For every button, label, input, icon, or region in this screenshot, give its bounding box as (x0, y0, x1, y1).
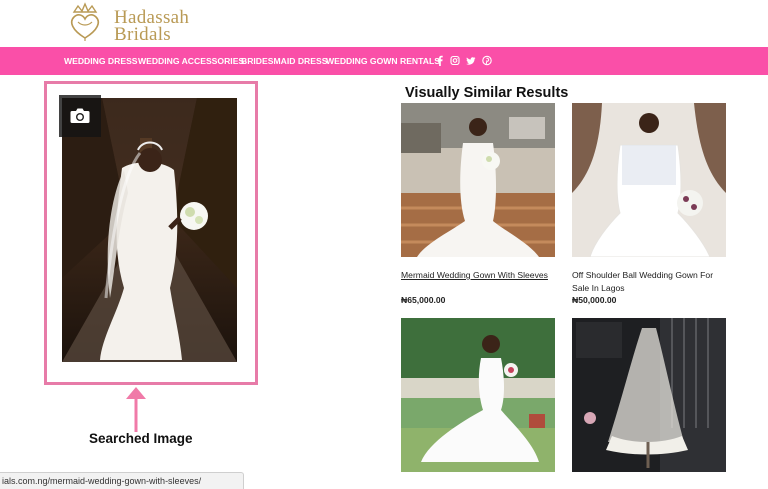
nav-bridesmaid-dress[interactable]: BRIDESMAID DRESS (241, 55, 327, 67)
browser-status-bar: ials.com.ng/mermaid-wedding-gown-with-sl… (0, 472, 244, 489)
instagram-icon[interactable] (450, 55, 461, 66)
result-price-1: ₦65,000.00 (401, 295, 446, 305)
camera-icon (70, 108, 90, 123)
site-header: Hadassah Bridals (0, 0, 768, 47)
pinterest-icon[interactable] (482, 55, 493, 66)
brand-logo[interactable]: Hadassah Bridals (66, 2, 196, 46)
arrow-up-icon (126, 387, 146, 432)
main-nav: WEDDING DRESS WEDDING ACCESSORIES BRIDES… (0, 47, 768, 75)
searched-image-caption: Searched Image (89, 431, 193, 446)
result-title-2[interactable]: Off Shoulder Ball Wedding Gown For Sale … (572, 269, 732, 294)
result-image-3[interactable] (401, 318, 555, 472)
nav-wedding-dress[interactable]: WEDDING DRESS (64, 55, 138, 67)
nav-wedding-accessories[interactable]: WEDDING ACCESSORIES (138, 55, 244, 67)
status-url: ials.com.ng/mermaid-wedding-gown-with-sl… (2, 476, 202, 486)
twitter-icon[interactable] (466, 55, 477, 66)
result-price-2: ₦50,000.00 (572, 295, 617, 305)
result-image-2[interactable] (572, 103, 726, 257)
searched-image (62, 98, 237, 362)
crown-heart-icon (70, 2, 100, 41)
brand-name-line2: Bridals (114, 24, 171, 45)
facebook-icon[interactable] (435, 55, 446, 66)
result-title-1[interactable]: Mermaid Wedding Gown With Sleeves (401, 269, 561, 282)
camera-search-button[interactable] (59, 95, 101, 137)
result-image-4[interactable] (572, 318, 726, 472)
nav-wedding-gown-rentals[interactable]: WEDDING GOWN RENTALS (326, 55, 440, 67)
results-heading: Visually Similar Results (405, 85, 569, 101)
result-image-1[interactable] (401, 103, 555, 257)
